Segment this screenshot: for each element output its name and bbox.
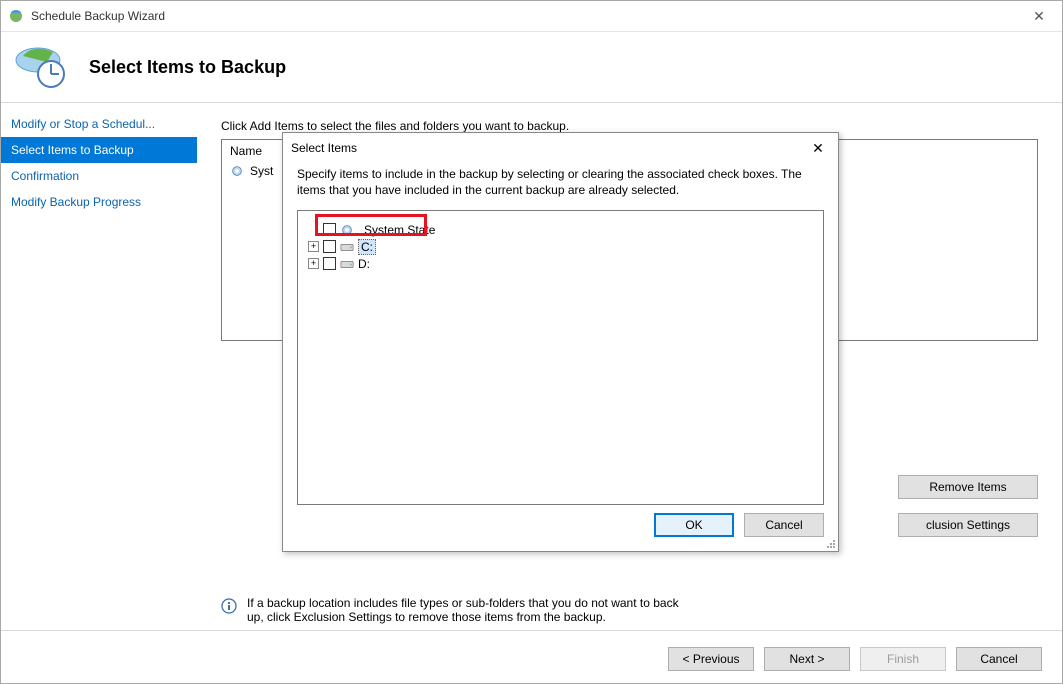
resize-grip-icon[interactable]	[824, 537, 836, 549]
dialog-title: Select Items	[291, 141, 806, 155]
select-items-dialog: Select Items ✕ Specify items to include …	[282, 132, 839, 552]
tree-label: D:	[358, 257, 370, 271]
expander-d[interactable]: +	[308, 258, 319, 269]
instruction-text: Click Add Items to select the files and …	[221, 119, 1038, 133]
wizard-footer: < Previous Next > Finish Cancel	[1, 630, 1062, 684]
drive-icon	[340, 241, 354, 253]
next-button[interactable]: Next >	[764, 647, 850, 671]
sidebar-item-confirmation[interactable]: Confirmation	[1, 163, 197, 189]
dialog-description: Specify items to include in the backup b…	[297, 167, 824, 198]
checkbox-system-state[interactable]	[323, 223, 336, 236]
dialog-titlebar: Select Items ✕	[283, 133, 838, 163]
dialog-cancel-button[interactable]: Cancel	[744, 513, 824, 537]
items-tree[interactable]: System State + C: +	[297, 210, 824, 505]
tree-label: C:	[358, 239, 376, 255]
header-icon	[13, 42, 73, 92]
drive-icon	[340, 258, 354, 270]
info-text: If a backup location includes file types…	[247, 596, 687, 624]
list-item-label: Syst	[250, 164, 273, 178]
page-title: Select Items to Backup	[89, 57, 286, 78]
previous-button[interactable]: < Previous	[668, 647, 754, 671]
wizard-window: Schedule Backup Wizard ✕ Select Items to…	[0, 0, 1063, 684]
checkbox-drive-c[interactable]	[323, 240, 336, 253]
side-buttons: Remove Items clusion Settings	[898, 475, 1038, 537]
checkbox-drive-d[interactable]	[323, 257, 336, 270]
remove-items-button[interactable]: Remove Items	[898, 475, 1038, 499]
window-close-button[interactable]: ✕	[1016, 1, 1062, 31]
finish-button: Finish	[860, 647, 946, 671]
gear-icon	[230, 164, 244, 178]
dialog-footer: OK Cancel	[297, 505, 824, 537]
titlebar: Schedule Backup Wizard ✕	[1, 1, 1062, 32]
info-icon	[221, 598, 237, 614]
tree-row-system-state[interactable]: System State	[308, 221, 813, 238]
info-row: If a backup location includes file types…	[221, 596, 1038, 624]
close-icon: ✕	[1033, 8, 1045, 25]
expander-spacer	[308, 224, 319, 235]
window-title: Schedule Backup Wizard	[31, 9, 165, 23]
wizard-header: Select Items to Backup	[1, 32, 1062, 103]
dialog-close-button[interactable]: ✕	[806, 136, 830, 160]
tree-row-drive-d[interactable]: + D:	[308, 255, 813, 272]
sidebar-item-modify-stop[interactable]: Modify or Stop a Schedul...	[1, 111, 197, 137]
expander-c[interactable]: +	[308, 241, 319, 252]
wizard-sidebar: Modify or Stop a Schedul... Select Items…	[1, 103, 197, 630]
exclusion-settings-button[interactable]: clusion Settings	[898, 513, 1038, 537]
cancel-button[interactable]: Cancel	[956, 647, 1042, 671]
gear-icon	[340, 223, 354, 237]
tree-row-drive-c[interactable]: + C:	[308, 238, 813, 255]
app-icon	[7, 7, 25, 25]
tree-label: System State	[364, 223, 435, 237]
ok-button[interactable]: OK	[654, 513, 734, 537]
sidebar-item-modify-progress[interactable]: Modify Backup Progress	[1, 189, 197, 215]
dialog-body: Specify items to include in the backup b…	[283, 163, 838, 551]
close-icon: ✕	[812, 140, 824, 157]
sidebar-item-select-items[interactable]: Select Items to Backup	[1, 137, 197, 163]
